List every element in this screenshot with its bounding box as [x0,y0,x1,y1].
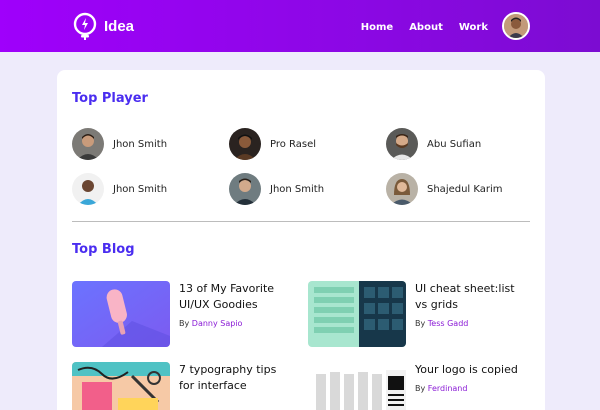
blog-byline: By Danny Sapio [179,319,289,328]
blog-body: 13 of My Favorite UI/UX Goodies By Danny… [179,281,289,347]
author-link[interactable]: Danny Sapio [192,319,243,328]
author-link[interactable]: Tess Gadd [428,319,469,328]
brand-name: Idea [104,17,135,35]
nav-home-link[interactable]: Home [361,22,393,33]
blog-card[interactable]: Your logo is copied By Ferdinand [308,362,525,410]
top-navbar: Idea Home About Work [0,0,600,52]
nav-about-link[interactable]: About [409,22,443,33]
player-item[interactable]: Pro Rasel [229,128,316,160]
blog-card[interactable]: UI cheat sheet:list vs grids By Tess Gad… [308,281,525,347]
player-avatar [72,128,104,160]
by-label: By [415,384,426,393]
blog-thumbnail [72,362,170,410]
blog-title[interactable]: UI cheat sheet:list vs grids [415,281,525,313]
blog-byline: By Tess Gadd [415,319,525,328]
main-nav: Home About Work [361,22,488,33]
player-avatar [72,173,104,205]
player-name: Pro Rasel [270,138,317,150]
top-blog-heading: Top Blog [72,242,135,257]
blog-thumbnail [72,281,170,347]
player-avatar [386,128,418,160]
content-card: Top Player Jhon Smith Pro Rasel Abu Sufi… [57,70,545,410]
blog-body: 7 typography tips for interface [179,362,289,410]
player-name: Jhon Smith [270,183,325,195]
nav-work-link[interactable]: Work [459,22,488,33]
player-avatar [229,128,261,160]
user-avatar[interactable] [502,12,530,40]
blog-title[interactable]: 13 of My Favorite UI/UX Goodies [179,281,289,313]
by-label: By [415,319,426,328]
player-avatar [229,173,261,205]
blog-card[interactable]: 7 typography tips for interface [72,362,289,410]
player-name: Jhon Smith [113,138,168,150]
player-item[interactable]: Abu Sufian [386,128,481,160]
section-divider [72,221,530,222]
player-item[interactable]: Shajedul Karim [386,173,503,205]
blog-thumbnail [308,362,406,410]
player-name: Shajedul Karim [427,183,503,195]
blog-card[interactable]: 13 of My Favorite UI/UX Goodies By Danny… [72,281,289,347]
player-item[interactable]: Jhon Smith [229,173,324,205]
blog-thumbnail [308,281,406,347]
blog-title[interactable]: Your logo is copied [415,362,525,378]
player-name: Abu Sufian [427,138,482,150]
player-item[interactable]: Jhon Smith [72,128,167,160]
blog-title[interactable]: 7 typography tips for interface [179,362,289,394]
player-name: Jhon Smith [113,183,168,195]
blog-byline: By Ferdinand [415,384,525,393]
blog-body: UI cheat sheet:list vs grids By Tess Gad… [415,281,525,347]
brand-logo[interactable]: Idea [72,12,134,40]
player-item[interactable]: Jhon Smith [72,173,167,205]
author-link[interactable]: Ferdinand [428,384,468,393]
player-avatar [386,173,418,205]
by-label: By [179,319,190,328]
blog-body: Your logo is copied By Ferdinand [415,362,525,410]
top-player-heading: Top Player [72,91,148,106]
lightbulb-icon [72,12,98,40]
